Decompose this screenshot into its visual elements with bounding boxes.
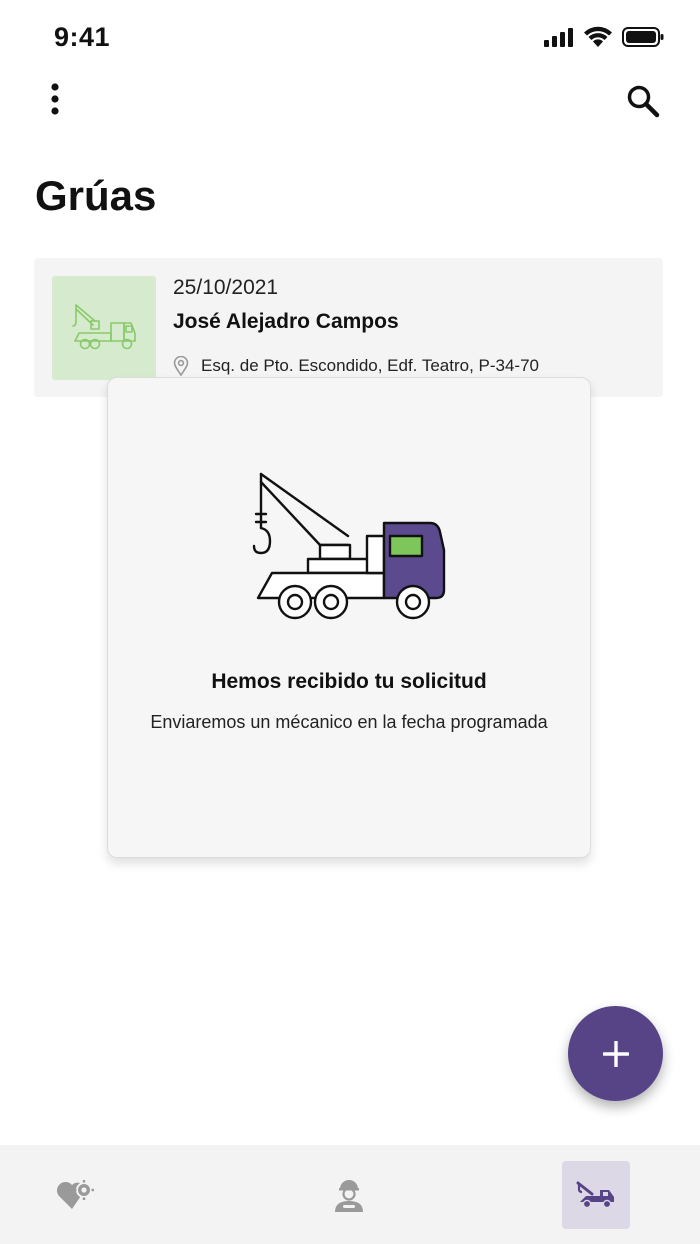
status-bar: 9:41 xyxy=(0,0,700,78)
dialog-message: Enviaremos un mécanico en la fecha progr… xyxy=(150,712,548,732)
toolbar xyxy=(0,70,700,130)
status-icons xyxy=(544,26,664,48)
request-date: 25/10/2021 xyxy=(173,276,279,299)
heart-gear-icon xyxy=(56,1180,94,1209)
mechanic-icon xyxy=(335,1180,363,1212)
card-thumbnail xyxy=(52,276,156,380)
search-icon xyxy=(627,85,660,118)
bottom-navigation xyxy=(0,1145,700,1244)
battery-icon xyxy=(622,27,664,47)
wifi-icon xyxy=(584,26,612,47)
page-title: Grúas xyxy=(35,172,157,219)
location-pin-icon xyxy=(173,356,189,376)
plus-icon xyxy=(602,1040,629,1067)
confirmation-dialog: Hemos recibido tu solicitud Enviaremos u… xyxy=(107,377,591,858)
tow-truck-icon xyxy=(72,304,136,350)
tow-truck-illustration xyxy=(252,472,446,620)
menu-button[interactable] xyxy=(34,78,76,120)
address-row: Esq. de Pto. Escondido, Edf. Teatro, P-3… xyxy=(173,356,539,376)
nav-item-tow-trucks[interactable] xyxy=(562,1161,630,1229)
address-text: Esq. de Pto. Escondido, Edf. Teatro, P-3… xyxy=(201,356,539,375)
search-button[interactable] xyxy=(620,78,666,124)
nav-item-services[interactable] xyxy=(41,1161,109,1229)
nav-item-mechanic[interactable] xyxy=(315,1161,383,1229)
more-vertical-icon xyxy=(51,83,59,115)
add-request-button[interactable] xyxy=(568,1006,663,1101)
status-time: 9:41 xyxy=(54,22,111,52)
signal-icon xyxy=(544,28,573,47)
dialog-title: Hemos recibido tu solicitud xyxy=(211,670,487,693)
customer-name: José Alejadro Campos xyxy=(173,310,399,333)
tow-truck-icon xyxy=(576,1181,614,1209)
